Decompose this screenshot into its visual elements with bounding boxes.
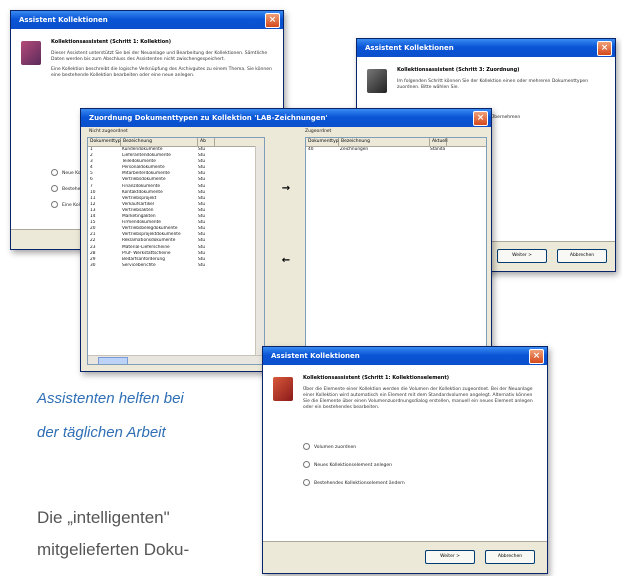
- close-icon[interactable]: ×: [473, 111, 488, 126]
- radio-option[interactable]: Neues Kollektionselement anlegen: [303, 461, 392, 468]
- cell: Zeichnungen: [340, 147, 369, 152]
- radio-label: Neues Kollektionselement anlegen: [314, 463, 392, 468]
- window-title: Zuordnung Dokumenttypen zu Kollektion 'L…: [89, 114, 328, 122]
- paragraph-line-1: Die „intelligenten": [37, 508, 170, 527]
- horizontal-scrollbar[interactable]: [88, 355, 264, 364]
- cell: 40: [308, 147, 314, 152]
- close-icon[interactable]: ×: [265, 13, 280, 28]
- book-icon: [21, 41, 41, 65]
- radio-option[interactable]: Volumen zuordnen: [303, 443, 356, 450]
- wizard-description: Über die Elemente einer Kollektion werde…: [303, 387, 533, 410]
- arrow-right-icon[interactable]: →: [277, 179, 295, 199]
- description-text-2: Eine Kollektion beschreibt die logische …: [51, 67, 272, 78]
- unassigned-list[interactable]: Dokumenttyp Bezeichnung Ab 1 Kundendokume…: [87, 137, 265, 365]
- radio-label: Volumen zuordnen: [314, 445, 357, 450]
- assigned-label: Zugeordnet: [305, 129, 332, 134]
- radio-icon: [303, 479, 310, 486]
- vertical-scrollbar[interactable]: [255, 146, 264, 356]
- radio-icon: [51, 201, 58, 208]
- radio-icon: [303, 461, 310, 468]
- wizard-heading: Kollektionsassistent (Schritt 1: Kollekt…: [303, 375, 450, 381]
- wizard-window-element: Assistent Kollektionen × Kollektionsassis…: [262, 346, 548, 574]
- next-button[interactable]: Weiter >: [497, 249, 547, 263]
- title-bar: Assistent Kollektionen ×: [263, 347, 547, 365]
- table-row[interactable]: 40 Zeichnungen Standa: [306, 147, 486, 153]
- window-title: Assistent Kollektionen: [271, 352, 360, 360]
- description-text: Dieser Assistent unterstützt Sie bei der…: [51, 51, 268, 62]
- side-text: Übernehmen: [491, 115, 521, 120]
- radio-icon: [51, 169, 58, 176]
- wizard-description: Dieser Assistent unterstützt Sie bei der…: [51, 51, 273, 79]
- caption-line-1: Assistenten helfen bei: [37, 390, 184, 407]
- close-icon[interactable]: ×: [597, 41, 612, 56]
- column-header[interactable]: Bezeichnung: [339, 138, 430, 146]
- unassigned-label: Nicht zugeordnet: [89, 129, 128, 134]
- column-header[interactable]: Bezeichnung: [121, 138, 198, 146]
- document-icon: [367, 69, 387, 93]
- close-icon[interactable]: ×: [529, 349, 544, 364]
- title-bar: Assistent Kollektionen ×: [11, 11, 283, 29]
- list-rows: 1 Kundendokumente Stu 2 Lieferantendokumente…: [88, 147, 264, 269]
- caption-line-2: der täglichen Arbeit: [37, 424, 166, 441]
- assignment-dialog: Zuordnung Dokumenttypen zu Kollektion 'L…: [80, 108, 492, 372]
- next-button[interactable]: Weiter >: [425, 550, 475, 564]
- radio-option[interactable]: Bestehendes Kollektionselement ändern: [303, 479, 405, 486]
- cell: Standa: [430, 147, 446, 152]
- table-row[interactable]: 30 Serviceberichte Stu: [88, 263, 264, 269]
- window-title: Assistent Kollektionen: [365, 44, 454, 52]
- radio-label: Bestehendes Kollektionselement ändern: [314, 481, 405, 486]
- wizard-heading: Kollektionsassistent (Schritt 1: Kollekt…: [51, 39, 172, 45]
- wizard-description: Im folgenden Schritt können Sie der Koll…: [397, 79, 589, 90]
- paragraph-line-2: mitgelieferten Doku-: [37, 540, 190, 559]
- title-bar: Assistent Kollektionen ×: [357, 39, 615, 57]
- radio-icon: [51, 185, 58, 192]
- column-header[interactable]: Aktuell: [430, 138, 448, 146]
- book-icon: [273, 377, 293, 401]
- scroll-thumb[interactable]: [98, 357, 128, 364]
- column-header[interactable]: Dokumenttyp: [306, 138, 339, 146]
- list-header: Dokumenttyp Bezeichnung Aktuell: [306, 138, 486, 147]
- cell: 30: [90, 262, 96, 268]
- column-header[interactable]: Ab: [198, 138, 215, 146]
- wizard-heading: Kollektionsassistent (Schritt 3: Zuordnu…: [397, 67, 520, 73]
- window-title: Assistent Kollektionen: [19, 16, 108, 24]
- arrow-left-icon[interactable]: ←: [277, 251, 295, 271]
- cancel-button[interactable]: Abbrechen: [557, 249, 607, 263]
- cell: Serviceberichte: [122, 262, 156, 268]
- wizard-header: Kollektionsassistent (Schritt 1: Kollekt…: [263, 365, 547, 542]
- list-header: Dokumenttyp Bezeichnung Ab: [88, 138, 264, 147]
- cell: Stu: [198, 262, 206, 268]
- column-header[interactable]: Dokumenttyp: [88, 138, 121, 146]
- radio-icon: [303, 443, 310, 450]
- title-bar: Zuordnung Dokumenttypen zu Kollektion 'L…: [81, 109, 491, 127]
- assigned-list[interactable]: Dokumenttyp Bezeichnung Aktuell 40 Zeich…: [305, 137, 487, 365]
- cancel-button[interactable]: Abbrechen: [485, 550, 535, 564]
